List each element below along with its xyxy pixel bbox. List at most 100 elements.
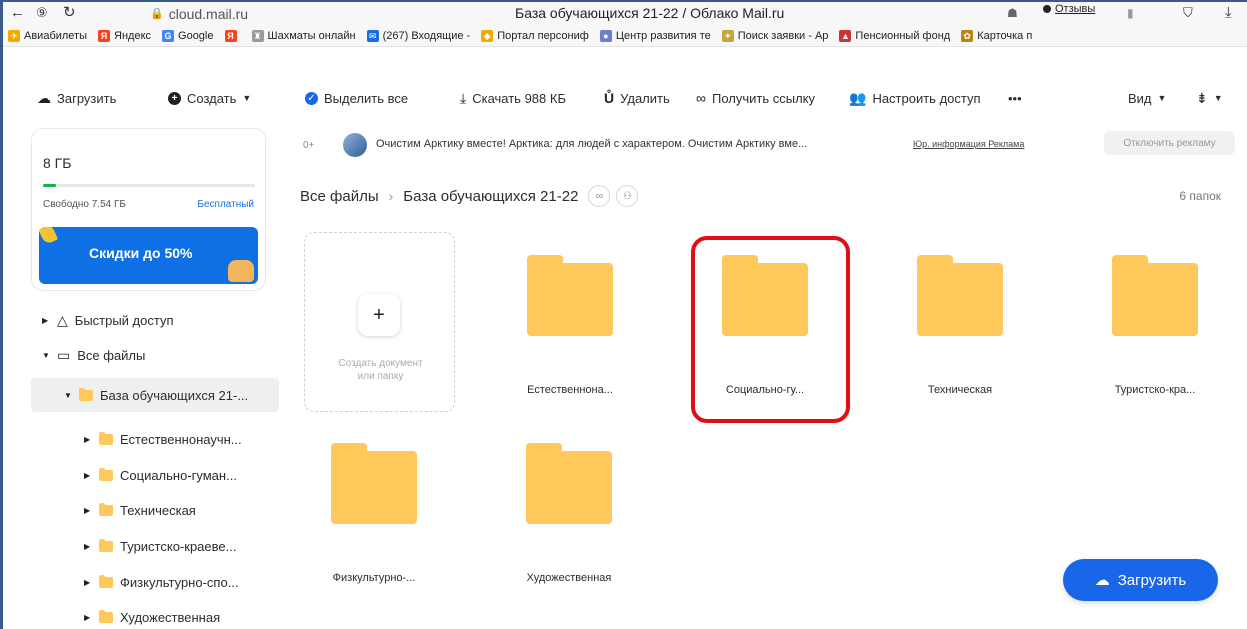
bookmark-favicon-icon: ✿: [961, 29, 974, 42]
breadcrumb-root[interactable]: Все файлы: [300, 188, 379, 205]
expand-arrow-icon[interactable]: ▶: [84, 471, 92, 480]
chevron-down-icon: ▼: [1213, 93, 1223, 103]
bookmark-favicon-icon: Я: [98, 29, 111, 42]
url-text: cloud.mail.ru: [168, 5, 249, 22]
create-card[interactable]: + Создать документ или папку: [304, 232, 455, 412]
bookmark-favicon-icon: ✈: [8, 29, 20, 42]
get-link-label: Получить ссылку: [711, 90, 815, 106]
browser-title-bar: ← ⑨ ↻ 🔒 cloud.mail.ru База обучающихся 2…: [3, 2, 1247, 25]
more-button[interactable]: •••: [1008, 87, 1022, 109]
folder-tile[interactable]: Художественная: [494, 420, 644, 590]
bookmark-item[interactable]: Я: [220, 29, 247, 42]
bookmark-item[interactable]: ✉ (267) Входящие -: [362, 29, 477, 42]
folder-icon: [99, 431, 113, 445]
storage-plan-link[interactable]: Бесплатный: [197, 199, 254, 210]
bookmark-label: Портал персониф: [497, 29, 589, 42]
expand-arrow-icon[interactable]: ▶: [84, 613, 92, 622]
bookmark-item[interactable]: ▲ Пенсионный фонд: [834, 29, 956, 42]
users-icon[interactable]: ⚇: [616, 185, 639, 207]
folder-tile[interactable]: Физкультурно-...: [299, 420, 449, 590]
storage-size: 8 ГБ: [43, 155, 72, 171]
expand-arrow-icon[interactable]: ▶: [84, 506, 92, 515]
storage-progress: [43, 184, 255, 187]
link-icon[interactable]: ∞: [588, 185, 611, 207]
extension-icon[interactable]: ☗: [1007, 4, 1018, 22]
tree-item-all-files[interactable]: ▼ ▭ Все файлы: [42, 338, 145, 372]
chevron-down-icon: ▼: [242, 93, 252, 103]
users-icon: 👥: [849, 90, 867, 106]
disable-ads-button[interactable]: Отключить рекламу: [1104, 131, 1235, 155]
folder-tile[interactable]: Техническая: [885, 232, 1035, 402]
tree-item-label: Техническая: [120, 502, 196, 518]
create-card-label: Создать документ или папку: [338, 358, 423, 382]
tree-item-subfolder[interactable]: ▶ Техническая: [84, 493, 196, 527]
bookmark-item[interactable]: ♜ Шахматы онлайн: [247, 29, 362, 42]
collapse-arrow-icon[interactable]: ▼: [64, 391, 72, 400]
folder-name: Физкультурно-...: [332, 572, 416, 584]
folder-icon: [79, 387, 93, 401]
bookmark-item[interactable]: Я Яндекс: [93, 29, 157, 42]
view-button[interactable]: Вид ▼: [1128, 87, 1166, 109]
upload-cloud-icon: ☁: [37, 90, 51, 106]
yandex-browser-icon[interactable]: ⑨: [36, 4, 48, 22]
access-button[interactable]: 👥 Настроить доступ: [849, 87, 981, 109]
link-icon: ∞: [696, 90, 706, 106]
promo-banner[interactable]: Скидки до 50%: [39, 227, 258, 284]
tree-item-subfolder[interactable]: ▶ Естественнонаучн...: [84, 422, 242, 456]
ad-text[interactable]: Очистим Арктику вместе! Арктика: для люд…: [376, 138, 807, 150]
bookmark-item[interactable]: ✿ Карточка п: [956, 29, 1038, 42]
tree-item-label: Художественная: [120, 609, 221, 625]
breadcrumb-current: База обучающихся 21-22: [403, 187, 579, 205]
trash-icon: Ů: [604, 90, 615, 106]
bookmark-label: Поиск заявки - Ар: [737, 29, 829, 42]
tree-item-label: База обучающихся 21-...: [100, 387, 249, 403]
expand-arrow-icon[interactable]: ▶: [84, 435, 92, 444]
sort-button[interactable]: ⇟ ▼: [1196, 87, 1223, 109]
quick-access-icon: △: [57, 311, 68, 328]
upload-cloud-icon: ☁: [1094, 572, 1110, 589]
expand-arrow-icon[interactable]: ▶: [42, 316, 50, 325]
bookmark-label: Карточка п: [977, 29, 1033, 42]
collapse-arrow-icon[interactable]: ▼: [42, 351, 50, 360]
create-button[interactable]: + Создать ▼: [168, 87, 251, 109]
back-icon[interactable]: ←: [10, 4, 25, 22]
tree-item-subfolder[interactable]: ▶ Туристско-краеве...: [84, 529, 236, 563]
tree-item-current[interactable]: ▼ База обучающихся 21-...: [64, 378, 248, 412]
ad-legal-links[interactable]: Юр. информация Реклама: [913, 139, 1024, 149]
tree-item-quick-access[interactable]: ▶ △ Быстрый доступ: [42, 303, 174, 337]
ad-logo[interactable]: [343, 133, 367, 157]
reload-icon[interactable]: ↻: [63, 4, 76, 22]
feedback-button[interactable]: Отзывы: [1043, 3, 1095, 15]
bookmarks-bar: ✈ Авиабилеты Я Яндекс G Google Я ♜ Шахматы онлай…: [3, 25, 1247, 47]
tree-item-label: Туристско-краеве...: [120, 538, 237, 554]
folder-icon: [917, 255, 1003, 336]
bookmark-item[interactable]: ✦ Поиск заявки - Ар: [717, 29, 835, 42]
tree-item-label: Быстрый доступ: [74, 312, 174, 328]
age-rating: 0+: [303, 140, 315, 151]
folder-tile[interactable]: Туристско-кра...: [1080, 232, 1230, 402]
get-link-button[interactable]: ∞ Получить ссылку: [696, 87, 815, 109]
select-all-button[interactable]: ✓ Выделить все: [305, 87, 408, 109]
bookmark-icon[interactable]: ▮: [1127, 4, 1134, 22]
protect-icon[interactable]: ⛉: [1183, 4, 1193, 22]
upload-button[interactable]: ☁ Загрузить: [37, 87, 116, 109]
bookmark-item[interactable]: ● Центр развития те: [595, 29, 717, 42]
bookmark-item[interactable]: ✈ Авиабилеты: [3, 29, 93, 42]
folder-icon: [1112, 255, 1198, 336]
tree-item-subfolder[interactable]: ▶ Физкультурно-спо...: [84, 565, 239, 599]
tree-item-label: Физкультурно-спо...: [120, 574, 239, 590]
bookmark-label: Яндекс: [114, 29, 152, 42]
download-button[interactable]: ⤓ Скачать 988 КБ: [460, 87, 566, 109]
plus-icon[interactable]: +: [358, 294, 400, 336]
delete-button[interactable]: Ů Удалить: [604, 87, 670, 109]
address-bar[interactable]: 🔒 cloud.mail.ru: [150, 4, 248, 23]
upload-fab-button[interactable]: ☁ Загрузить: [1063, 559, 1218, 601]
bookmark-item[interactable]: ◆ Портал персониф: [476, 29, 595, 42]
expand-arrow-icon[interactable]: ▶: [84, 578, 92, 587]
bookmark-item[interactable]: G Google: [157, 29, 219, 42]
download-icon[interactable]: ⤓: [1225, 4, 1232, 22]
tree-item-subfolder[interactable]: ▶ Художественная: [84, 600, 220, 629]
folder-tile[interactable]: Естественнона...: [495, 232, 645, 402]
tree-item-subfolder[interactable]: ▶ Социально-гуман...: [84, 458, 237, 492]
expand-arrow-icon[interactable]: ▶: [84, 542, 92, 551]
